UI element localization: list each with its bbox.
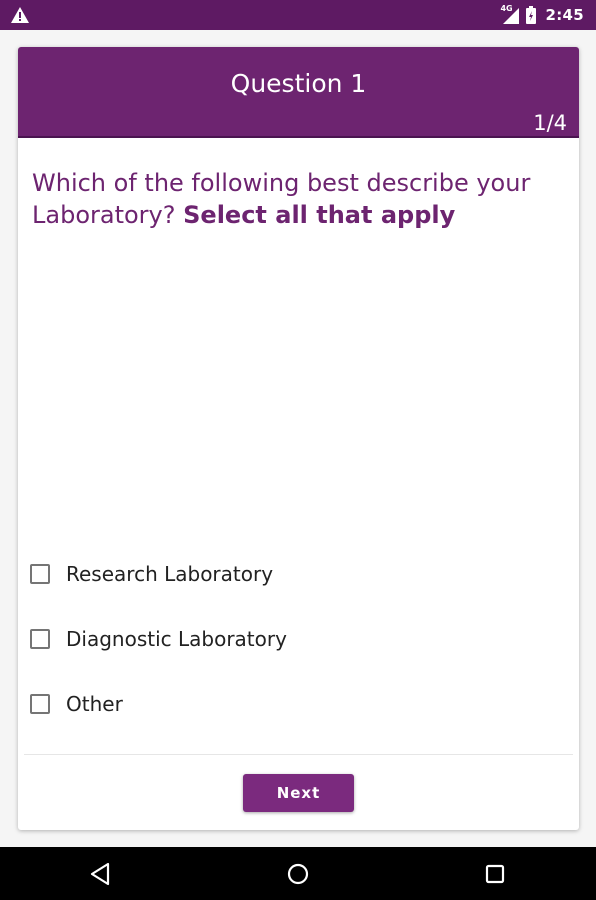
status-icons: 4G 2:45: [500, 4, 584, 25]
warning-icon: [11, 7, 29, 23]
option-label: Research Laboratory: [66, 562, 274, 586]
navigation-bar: [0, 847, 596, 900]
question-prompt: Which of the following best describe you…: [32, 167, 562, 231]
checkbox[interactable]: [30, 564, 50, 584]
footer-divider: [24, 754, 573, 755]
status-clock: 2:45: [545, 6, 584, 24]
question-instruction: Select all that apply: [183, 201, 456, 229]
question-progress: 1/4: [533, 111, 567, 135]
option-diagnostic-laboratory[interactable]: Diagnostic Laboratory: [30, 619, 430, 659]
recent-apps-icon[interactable]: [485, 864, 505, 884]
option-other[interactable]: Other: [30, 684, 430, 724]
back-icon[interactable]: [89, 862, 111, 886]
option-research-laboratory[interactable]: Research Laboratory: [30, 554, 430, 594]
battery-icon: [526, 6, 537, 24]
question-header: Question 1 1/4: [18, 47, 579, 138]
home-icon[interactable]: [287, 863, 309, 885]
option-label: Diagnostic Laboratory: [66, 627, 287, 651]
signal-icon: 4G: [500, 4, 520, 24]
option-label: Other: [66, 692, 123, 716]
question-card: Question 1 1/4 Which of the following be…: [18, 47, 579, 830]
checkbox[interactable]: [30, 694, 50, 714]
question-title: Question 1: [230, 69, 367, 98]
next-button[interactable]: Next: [243, 774, 354, 812]
status-bar: 4G 2:45: [0, 0, 596, 30]
checkbox[interactable]: [30, 629, 50, 649]
